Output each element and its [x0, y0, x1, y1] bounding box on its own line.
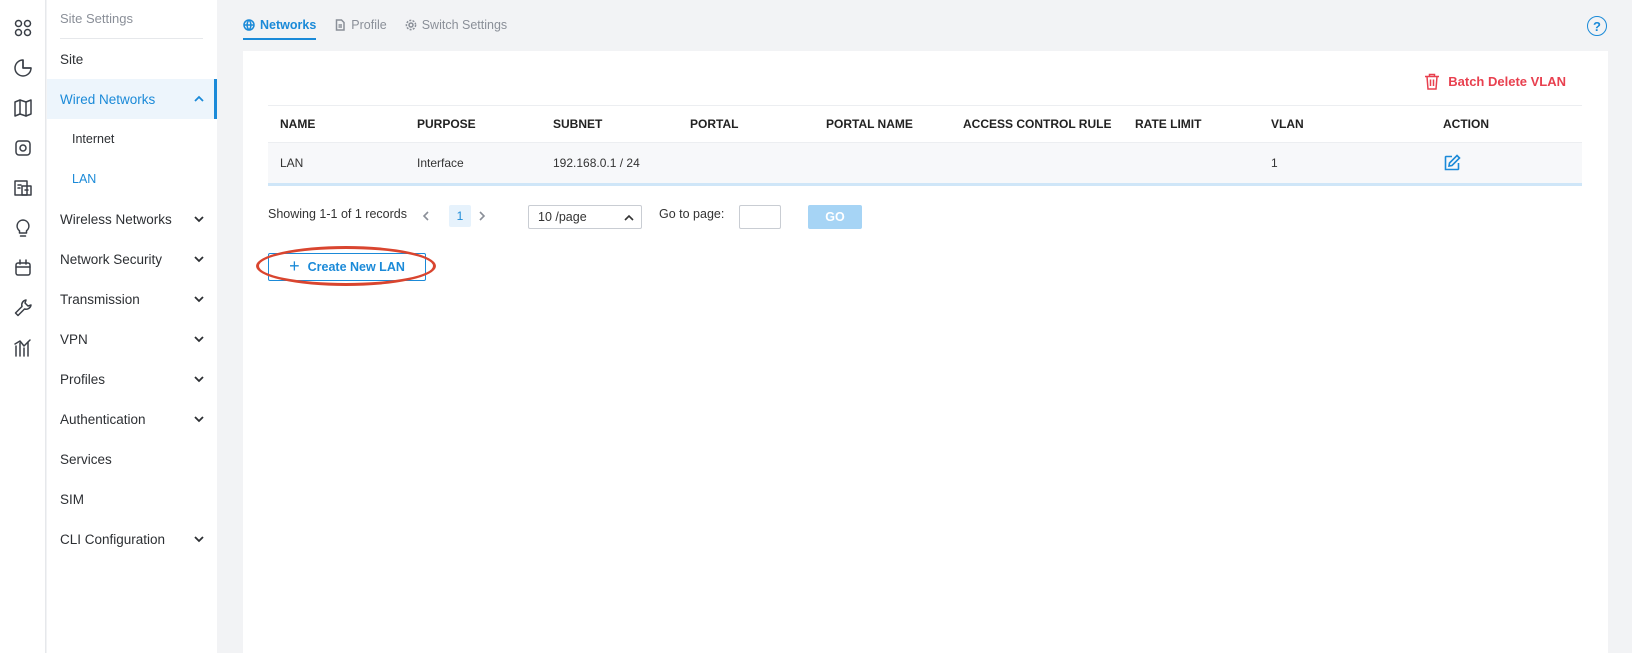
sidebar-subitem-internet[interactable]: Internet [47, 119, 217, 159]
chevron-down-icon [193, 373, 205, 385]
sidebar-item-label: Site [60, 51, 84, 67]
column-header-purpose[interactable]: PURPOSE [417, 106, 476, 142]
globe-icon [243, 19, 255, 31]
chevron-down-icon [193, 413, 205, 425]
sidebar-item-label: Network Security [60, 251, 163, 267]
cell-purpose: Interface [417, 156, 464, 170]
sidebar-subitem-lan[interactable]: LAN [47, 159, 217, 199]
chevron-right-icon [479, 211, 486, 221]
analytics-icon[interactable] [11, 336, 35, 360]
table-row[interactable]: LAN Interface 192.168.0.1 / 24 1 [268, 143, 1582, 186]
sidebar-item-network-security[interactable]: Network Security [47, 239, 217, 279]
column-header-portal-name[interactable]: PORTAL NAME [826, 106, 913, 142]
chevron-up-icon [193, 93, 205, 105]
sidebar-item-transmission[interactable]: Transmission [47, 279, 217, 319]
sidebar-item-label: Profiles [60, 371, 106, 387]
goto-label: Go to page: [659, 207, 725, 221]
document-icon [336, 19, 346, 31]
sidebar-item-wireless-networks[interactable]: Wireless Networks [47, 199, 217, 239]
column-header-name[interactable]: NAME [280, 106, 315, 142]
sidebar-item-sim[interactable]: SIM [47, 479, 217, 519]
tab-profile[interactable]: Profile [334, 14, 387, 36]
sidebar-item-label: Authentication [60, 411, 146, 427]
chevron-down-icon [193, 213, 205, 225]
cell-subnet: 192.168.0.1 / 24 [553, 156, 640, 170]
chevron-down-icon [193, 253, 205, 265]
sidebar-item-cli-configuration[interactable]: CLI Configuration [47, 519, 217, 559]
cell-action [1443, 143, 1461, 183]
page-size-value: 10 /page [538, 210, 587, 224]
plus-icon: + [289, 256, 300, 276]
map-icon[interactable] [11, 96, 35, 120]
chevron-down-icon [193, 533, 205, 545]
chevron-down-icon [193, 293, 205, 305]
tab-label: Profile [351, 18, 387, 32]
next-page-button[interactable] [471, 205, 493, 227]
sidebar-item-authentication[interactable]: Authentication [47, 399, 217, 439]
column-header-access-control-rule[interactable]: ACCESS CONTROL RULE [963, 106, 1111, 142]
column-header-vlan[interactable]: VLAN [1271, 106, 1304, 142]
chevron-down-icon [193, 333, 205, 345]
active-indicator [214, 79, 217, 119]
sidebar-item-label: VPN [60, 331, 88, 347]
pagination: Showing 1-1 of 1 records 1 10 /page Go t… [268, 202, 868, 229]
column-header-portal[interactable]: PORTAL [690, 106, 738, 142]
sidebar-item-label: Transmission [60, 291, 140, 307]
page-size-select[interactable]: 10 /page [528, 205, 642, 229]
records-info: Showing 1-1 of 1 records [268, 207, 407, 221]
tab-label: Networks [260, 18, 317, 32]
page-number-current[interactable]: 1 [449, 205, 471, 227]
create-new-lan-label: Create New LAN [307, 260, 405, 274]
sidebar-item-label: LAN [72, 172, 97, 186]
go-button[interactable]: GO [808, 205, 862, 229]
sidebar-item-label: Internet [72, 132, 115, 146]
sidebar-title: Site Settings [60, 11, 133, 26]
sidebar-item-label: SIM [60, 491, 85, 507]
edit-icon[interactable] [1443, 154, 1461, 172]
apps-grid-icon[interactable] [11, 16, 35, 40]
wrench-icon[interactable] [11, 296, 35, 320]
chevron-up-icon [624, 214, 634, 221]
calendar-icon[interactable] [11, 256, 35, 280]
sidebar-item-wired-networks[interactable]: Wired Networks [47, 79, 217, 119]
sidebar-item-label: Services [60, 451, 112, 467]
sidebar-item-label: CLI Configuration [60, 531, 166, 547]
building-icon[interactable] [11, 176, 35, 200]
gear-icon [405, 19, 417, 31]
sidebar-item-label: Wireless Networks [60, 211, 172, 227]
column-header-action: ACTION [1443, 117, 1489, 131]
batch-delete-label: Batch Delete VLAN [1448, 74, 1566, 89]
lightbulb-icon[interactable] [11, 216, 35, 240]
icon-rail [0, 0, 46, 653]
tab-label: Switch Settings [421, 18, 508, 32]
tab-networks[interactable]: Networks [243, 14, 317, 40]
settings-sidebar: Site Settings Site Wired Networks Intern… [47, 0, 217, 653]
sidebar-item-label: Wired Networks [60, 91, 156, 107]
column-header-rate-limit[interactable]: RATE LIMIT [1135, 106, 1201, 142]
cell-name: LAN [280, 156, 304, 170]
lan-table: NAME PURPOSE SUBNET PORTAL PORTAL NAME A… [268, 105, 1582, 186]
networks-panel: Batch Delete VLAN NAME PURPOSE SUBNET PO… [243, 51, 1608, 653]
help-icon[interactable]: ? [1587, 16, 1607, 36]
table-header: NAME PURPOSE SUBNET PORTAL PORTAL NAME A… [268, 105, 1582, 143]
goto-page-input[interactable] [739, 205, 781, 229]
prev-page-button[interactable] [415, 205, 437, 227]
batch-delete-vlan-button[interactable]: Batch Delete VLAN [1424, 73, 1566, 90]
chevron-left-icon [422, 211, 429, 221]
sidebar-item-site[interactable]: Site [47, 39, 217, 79]
create-new-lan-button[interactable]: + Create New LAN [268, 253, 426, 281]
cell-vlan: 1 [1271, 156, 1278, 170]
pie-chart-icon[interactable] [11, 56, 35, 80]
device-icon[interactable] [11, 136, 35, 160]
sidebar-item-services[interactable]: Services [47, 439, 217, 479]
sidebar-item-vpn[interactable]: VPN [47, 319, 217, 359]
trash-icon [1425, 73, 1440, 90]
top-tabs: Networks Profile Switch Settings [243, 14, 507, 40]
tab-switch-settings[interactable]: Switch Settings [405, 14, 507, 36]
column-header-subnet[interactable]: SUBNET [553, 106, 602, 142]
sidebar-item-profiles[interactable]: Profiles [47, 359, 217, 399]
